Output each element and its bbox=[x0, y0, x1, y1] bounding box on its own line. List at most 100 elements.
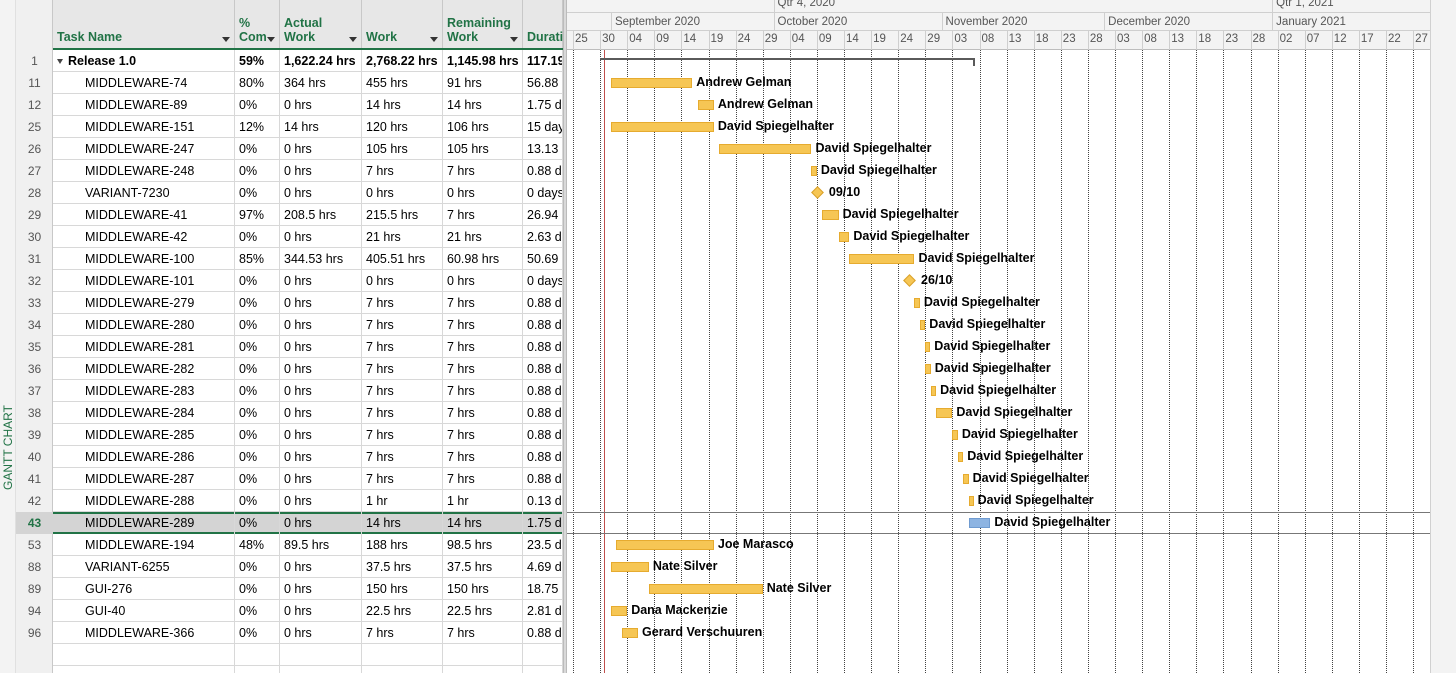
column-header-duration[interactable]: Durati bbox=[523, 0, 563, 48]
column-filter-dropdown-icon[interactable] bbox=[349, 37, 357, 42]
empty-cell[interactable] bbox=[53, 644, 235, 666]
task-row[interactable]: MIDDLEWARE-288 0% 0 hrs 1 hr 1 hr 0.13 d bbox=[53, 490, 563, 512]
task-cell-duration[interactable]: 15 day bbox=[523, 116, 563, 138]
row-number[interactable]: 53 bbox=[16, 534, 53, 556]
empty-cell[interactable] bbox=[53, 666, 235, 673]
task-bar[interactable] bbox=[811, 166, 817, 176]
summary-bar[interactable] bbox=[600, 58, 975, 60]
column-header-name[interactable]: Task Name bbox=[53, 0, 235, 48]
task-bar[interactable] bbox=[925, 364, 931, 374]
column-header-remaining[interactable]: Remaining Work bbox=[443, 0, 523, 48]
task-row[interactable]: MIDDLEWARE-42 0% 0 hrs 21 hrs 21 hrs 2.63 d bbox=[53, 226, 563, 248]
empty-cell[interactable] bbox=[280, 644, 362, 666]
task-cell-name[interactable]: MIDDLEWARE-287 bbox=[53, 468, 235, 490]
task-cell-remaining[interactable]: 7 hrs bbox=[443, 314, 523, 336]
task-cell-actual[interactable]: 89.5 hrs bbox=[280, 534, 362, 556]
task-cell-duration[interactable]: 50.69 bbox=[523, 248, 563, 270]
empty-row[interactable] bbox=[53, 666, 563, 673]
task-bar[interactable] bbox=[610, 122, 714, 132]
task-cell-actual[interactable]: 0 hrs bbox=[280, 380, 362, 402]
task-cell-pct[interactable]: 0% bbox=[235, 578, 280, 600]
task-cell-actual[interactable]: 0 hrs bbox=[280, 424, 362, 446]
task-cell-name[interactable]: MIDDLEWARE-280 bbox=[53, 314, 235, 336]
task-row[interactable]: MIDDLEWARE-100 85% 344.53 hrs 405.51 hrs 60.… bbox=[53, 248, 563, 270]
row-number[interactable]: 33 bbox=[16, 292, 53, 314]
task-cell-remaining[interactable]: 21 hrs bbox=[443, 226, 523, 248]
empty-cell[interactable] bbox=[362, 666, 443, 673]
task-cell-name[interactable]: MIDDLEWARE-89 bbox=[53, 94, 235, 116]
column-header-pct[interactable]: % Com bbox=[235, 0, 280, 48]
task-cell-pct[interactable]: 0% bbox=[235, 138, 280, 160]
row-number[interactable]: 37 bbox=[16, 380, 53, 402]
task-cell-actual[interactable]: 0 hrs bbox=[280, 94, 362, 116]
empty-cell[interactable] bbox=[443, 644, 523, 666]
task-cell-pct[interactable]: 80% bbox=[235, 72, 280, 94]
task-cell-work[interactable]: 2,768.22 hrs bbox=[362, 50, 443, 72]
task-cell-pct[interactable]: 0% bbox=[235, 226, 280, 248]
task-cell-duration[interactable]: 0.88 d bbox=[523, 336, 563, 358]
task-bar[interactable] bbox=[930, 386, 937, 396]
task-cell-remaining[interactable]: 7 hrs bbox=[443, 292, 523, 314]
column-header-actual[interactable]: Actual Work bbox=[280, 0, 362, 48]
task-cell-work[interactable]: 7 hrs bbox=[362, 468, 443, 490]
task-cell-work[interactable]: 7 hrs bbox=[362, 292, 443, 314]
view-bar-label[interactable]: GANTT CHART bbox=[0, 405, 16, 490]
empty-cell[interactable] bbox=[523, 644, 563, 666]
task-cell-remaining[interactable]: 1 hr bbox=[443, 490, 523, 512]
task-cell-pct[interactable]: 0% bbox=[235, 402, 280, 424]
empty-cell[interactable] bbox=[235, 666, 280, 673]
task-bar[interactable] bbox=[919, 320, 926, 330]
task-cell-actual[interactable]: 0 hrs bbox=[280, 270, 362, 292]
task-cell-name[interactable]: VARIANT-6255 bbox=[53, 556, 235, 578]
task-cell-remaining[interactable]: 7 hrs bbox=[443, 336, 523, 358]
task-bar[interactable] bbox=[610, 562, 649, 572]
row-number[interactable]: 12 bbox=[16, 94, 53, 116]
task-cell-duration[interactable]: 0.88 d bbox=[523, 402, 563, 424]
task-cell-pct[interactable]: 0% bbox=[235, 292, 280, 314]
task-cell-duration[interactable]: 1.75 d bbox=[523, 94, 563, 116]
task-cell-name[interactable]: MIDDLEWARE-101 bbox=[53, 270, 235, 292]
task-cell-work[interactable]: 14 hrs bbox=[362, 512, 443, 534]
task-cell-duration[interactable]: 4.69 d bbox=[523, 556, 563, 578]
empty-cell[interactable] bbox=[235, 644, 280, 666]
task-cell-work[interactable]: 7 hrs bbox=[362, 314, 443, 336]
task-bar[interactable] bbox=[610, 78, 693, 88]
task-cell-duration[interactable]: 0.88 d bbox=[523, 424, 563, 446]
task-cell-remaining[interactable]: 7 hrs bbox=[443, 446, 523, 468]
task-cell-pct[interactable]: 0% bbox=[235, 314, 280, 336]
task-bar[interactable] bbox=[697, 100, 714, 110]
task-cell-work[interactable]: 7 hrs bbox=[362, 358, 443, 380]
task-bar[interactable] bbox=[957, 452, 964, 462]
task-cell-pct[interactable]: 59% bbox=[235, 50, 280, 72]
task-cell-work[interactable]: 188 hrs bbox=[362, 534, 443, 556]
row-number[interactable]: 43 bbox=[16, 512, 53, 534]
vertical-scrollbar[interactable] bbox=[1430, 0, 1456, 673]
task-cell-actual[interactable]: 0 hrs bbox=[280, 468, 362, 490]
task-row[interactable]: MIDDLEWARE-281 0% 0 hrs 7 hrs 7 hrs 0.88 d bbox=[53, 336, 563, 358]
task-cell-pct[interactable]: 0% bbox=[235, 270, 280, 292]
task-cell-pct[interactable]: 0% bbox=[235, 182, 280, 204]
row-number[interactable]: 29 bbox=[16, 204, 53, 226]
task-cell-duration[interactable]: 26.94 bbox=[523, 204, 563, 226]
task-cell-pct[interactable]: 0% bbox=[235, 94, 280, 116]
row-number[interactable]: 1 bbox=[16, 50, 53, 72]
task-cell-actual[interactable]: 0 hrs bbox=[280, 622, 362, 644]
task-cell-remaining[interactable]: 7 hrs bbox=[443, 358, 523, 380]
task-cell-pct[interactable]: 97% bbox=[235, 204, 280, 226]
row-number[interactable]: 32 bbox=[16, 270, 53, 292]
task-cell-duration[interactable]: 0.88 d bbox=[523, 468, 563, 490]
column-filter-dropdown-icon[interactable] bbox=[510, 37, 518, 42]
column-filter-dropdown-icon[interactable] bbox=[222, 37, 230, 42]
task-cell-duration[interactable]: 0.88 d bbox=[523, 622, 563, 644]
task-bar[interactable] bbox=[936, 408, 953, 418]
task-cell-work[interactable]: 21 hrs bbox=[362, 226, 443, 248]
task-row[interactable]: MIDDLEWARE-101 0% 0 hrs 0 hrs 0 hrs 0 days bbox=[53, 270, 563, 292]
selected-task-row[interactable]: MIDDLEWARE-289 0% 0 hrs 14 hrs 14 hrs 1.75 d bbox=[53, 512, 563, 534]
task-cell-pct[interactable]: 0% bbox=[235, 446, 280, 468]
task-cell-pct[interactable]: 0% bbox=[235, 424, 280, 446]
task-cell-duration[interactable]: 0 days bbox=[523, 270, 563, 292]
task-cell-remaining[interactable]: 14 hrs bbox=[443, 512, 523, 534]
task-row[interactable]: MIDDLEWARE-286 0% 0 hrs 7 hrs 7 hrs 0.88 d bbox=[53, 446, 563, 468]
task-cell-work[interactable]: 7 hrs bbox=[362, 380, 443, 402]
task-cell-pct[interactable]: 0% bbox=[235, 622, 280, 644]
